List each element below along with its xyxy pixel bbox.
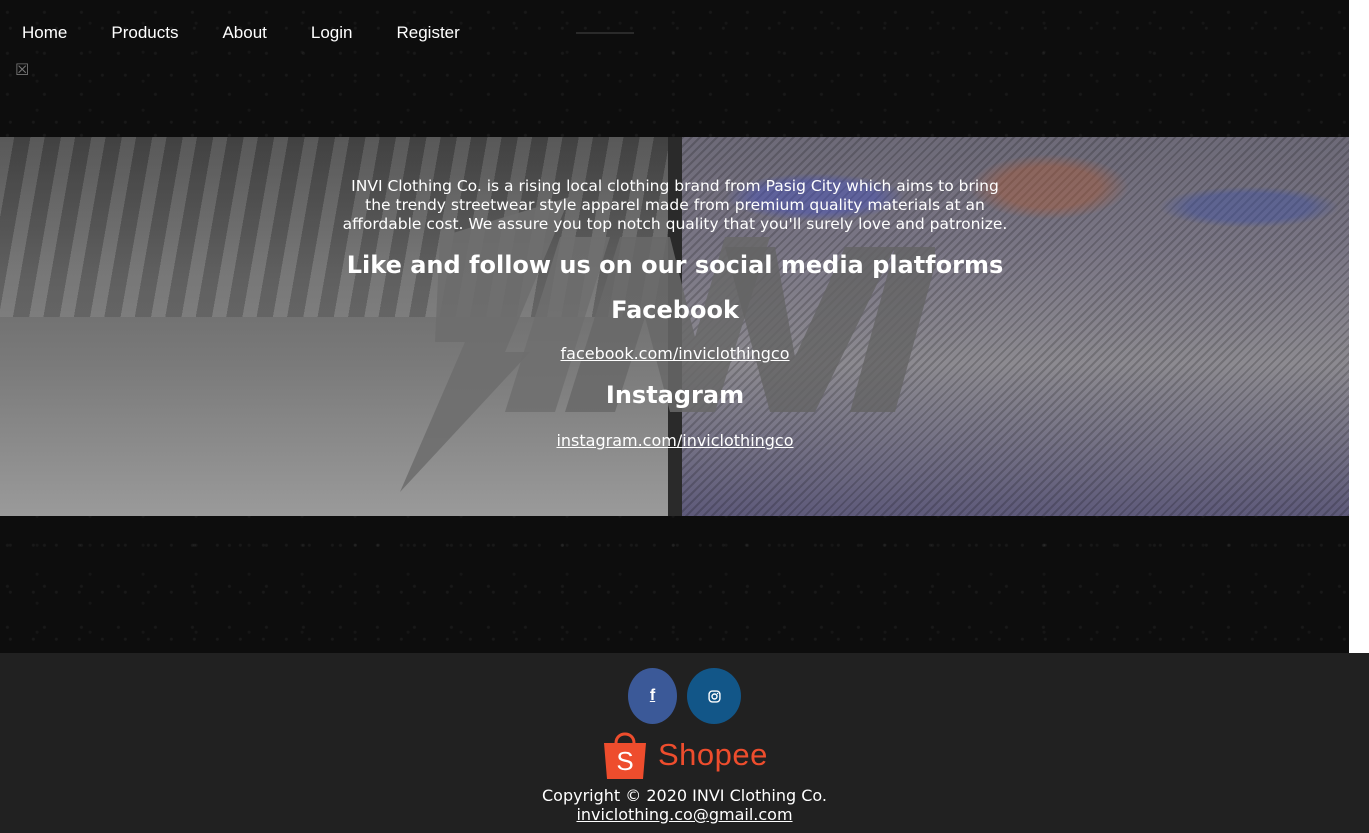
instagram-icon: [707, 689, 721, 703]
nav-home[interactable]: Home: [22, 23, 67, 43]
email-link[interactable]: inviclothing.co@gmail.com: [576, 805, 792, 824]
social-follow-heading: Like and follow us on our social media p…: [346, 251, 1004, 279]
facebook-icon: f: [649, 687, 656, 704]
footer: f S Shopee Copyright © 2020 INVI Clothin…: [0, 653, 1369, 833]
nav-active-indicator: [576, 32, 634, 34]
brand-description: INVI Clothing Co. is a rising local clot…: [342, 177, 1008, 233]
instagram-link[interactable]: instagram.com/inviclothingco: [556, 431, 793, 450]
nav-login[interactable]: Login: [311, 23, 353, 43]
instagram-heading: Instagram: [605, 381, 745, 409]
nav-about[interactable]: About: [222, 23, 266, 43]
nav-products[interactable]: Products: [111, 23, 178, 43]
page-edge: [1349, 0, 1369, 653]
facebook-link[interactable]: facebook.com/inviclothingco: [561, 344, 790, 363]
menu-toggle-icon[interactable]: ☒: [15, 62, 31, 78]
contact-email: inviclothing.co@gmail.com: [0, 805, 1369, 824]
hero-content: INVI Clothing Co. is a rising local clot…: [340, 177, 1010, 450]
facebook-heading: Facebook: [611, 296, 739, 324]
nav-register[interactable]: Register: [397, 23, 460, 43]
facebook-button[interactable]: f: [628, 668, 677, 724]
shopee-bag-icon: S: [604, 732, 646, 779]
shopee-label: Shopee: [658, 737, 768, 772]
svg-text:S: S: [616, 746, 633, 776]
hero-banner: INVI Clothing Co. is a rising local clot…: [0, 137, 1349, 516]
shopee-logo[interactable]: S Shopee: [602, 729, 768, 781]
instagram-button[interactable]: [687, 668, 741, 724]
copyright-text: Copyright © 2020 INVI Clothing Co.: [541, 786, 827, 805]
